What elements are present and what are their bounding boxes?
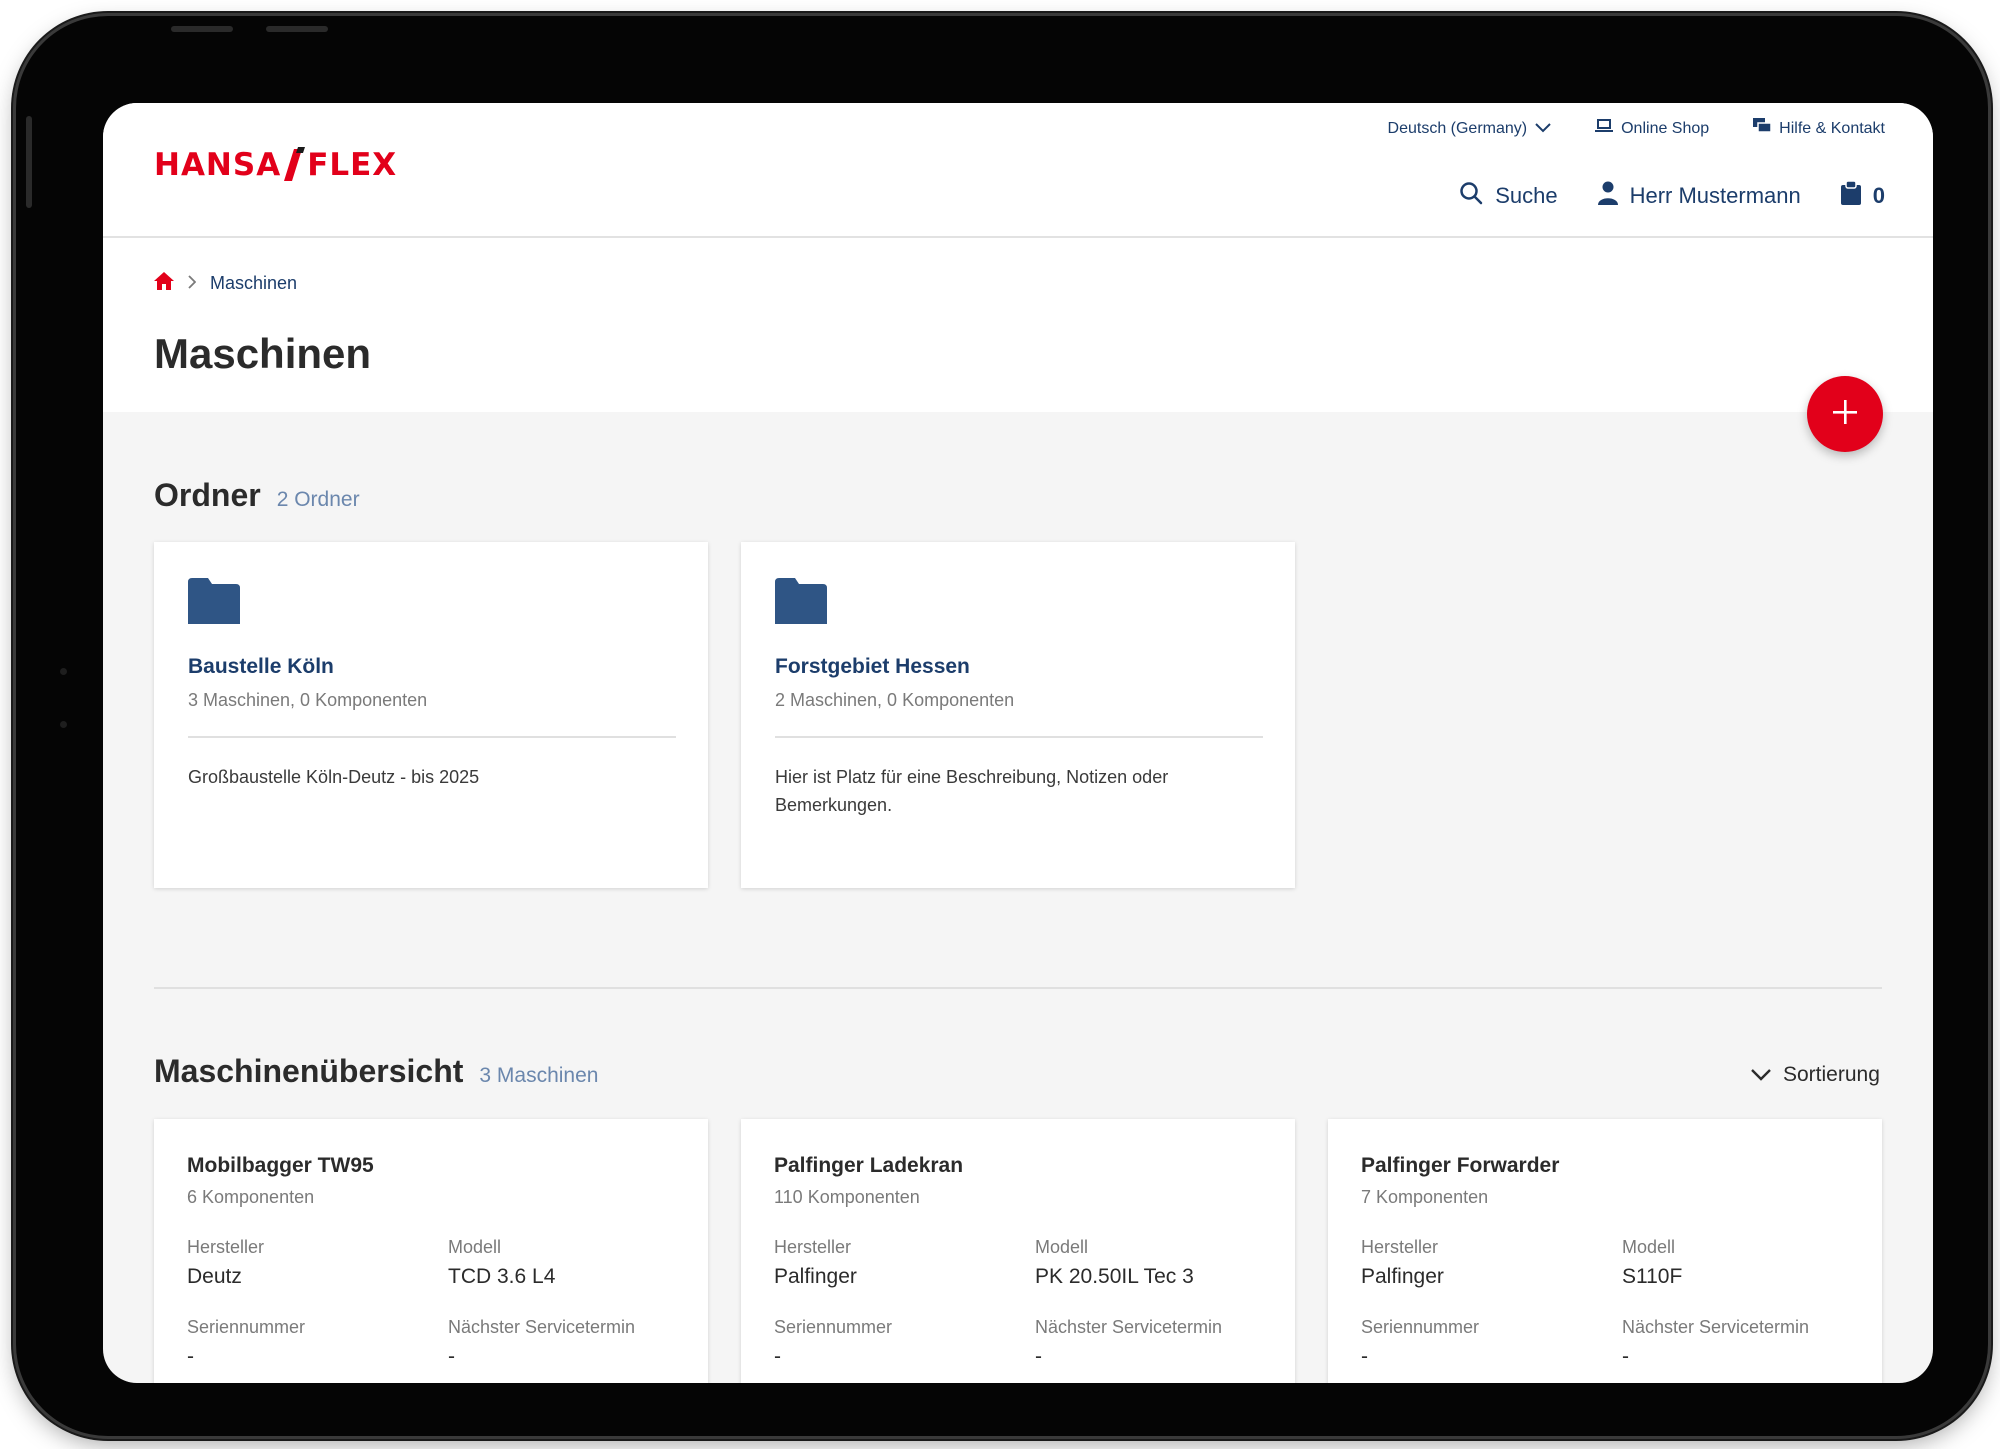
breadcrumb: Maschinen (154, 272, 297, 295)
next-service-label: Nächster Servicetermin (1035, 1317, 1223, 1337)
chevron-down-icon (1751, 1063, 1771, 1087)
cart-button[interactable]: 0 (1840, 180, 1885, 211)
hardware-button (171, 26, 233, 32)
sort-label: Sortierung (1783, 1063, 1880, 1086)
machine-name: Palfinger Forwarder (1361, 1154, 1560, 1177)
folder-meta: 3 Maschinen, 0 Komponenten (188, 690, 428, 710)
model-value: PK 20.50IL Tec 3 (1035, 1265, 1194, 1288)
folder-icon (188, 578, 240, 629)
next-service-value: - (1035, 1345, 1042, 1368)
language-label: Deutsch (Germany) (1387, 119, 1528, 137)
screen: HANSA FLEX Deutsch (Germany) Online Shop… (103, 103, 1933, 1383)
folders-title: Ordner (154, 477, 261, 513)
chevron-down-icon (1535, 120, 1551, 138)
main-navigation: Suche Herr Mustermann 0 (1459, 180, 1885, 211)
divider (188, 736, 676, 738)
camera-dot (60, 668, 67, 675)
hardware-button (266, 26, 328, 32)
model-label: Modell (1035, 1237, 1089, 1257)
user-icon (1597, 181, 1618, 211)
model-label: Modell (1622, 1237, 1676, 1257)
serial-value: - (774, 1345, 781, 1368)
clipboard-icon (1840, 180, 1861, 211)
online-shop-label: Online Shop (1621, 119, 1710, 137)
machine-components: 7 Komponenten (1361, 1187, 1489, 1207)
user-account-button[interactable]: Herr Mustermann (1597, 181, 1801, 211)
serial-label: Seriennummer (774, 1317, 893, 1337)
user-name: Herr Mustermann (1629, 183, 1801, 208)
logo-slash-icon (283, 147, 306, 183)
serial-label: Seriennummer (187, 1317, 306, 1337)
sensor-dot (60, 721, 67, 728)
machine-name: Mobilbagger TW95 (187, 1154, 374, 1177)
tablet-frame: HANSA FLEX Deutsch (Germany) Online Shop… (16, 16, 1988, 1436)
cart-count: 0 (1872, 183, 1885, 208)
folder-description: Großbaustelle Köln-Deutz - bis 2025 (188, 767, 480, 787)
folder-description: Hier ist Platz für eine Beschreibung, No… (775, 767, 1169, 815)
manufacturer-value: Palfinger (774, 1265, 857, 1288)
search-icon (1459, 181, 1483, 211)
manufacturer-value: Palfinger (1361, 1265, 1444, 1288)
folder-name: Baustelle Köln (188, 655, 334, 678)
manufacturer-value: Deutz (187, 1265, 242, 1288)
title-area: Maschinen Maschinen (103, 238, 1933, 412)
next-service-label: Nächster Servicetermin (448, 1317, 636, 1337)
online-shop-link[interactable]: Online Shop (1595, 119, 1709, 138)
manufacturer-label: Hersteller (1361, 1237, 1439, 1257)
page-title: Maschinen (154, 330, 372, 377)
home-icon[interactable] (154, 272, 174, 295)
next-service-label: Nächster Servicetermin (1622, 1317, 1810, 1337)
next-service-value: - (1622, 1345, 1629, 1368)
machines-section-header: Maschinenübersicht 3 Maschinen (154, 1053, 598, 1090)
model-value: TCD 3.6 L4 (448, 1265, 556, 1288)
model-value: S110F (1622, 1265, 1683, 1288)
logo-text-left: HANSA (154, 147, 282, 183)
machine-name: Palfinger Ladekran (774, 1154, 964, 1177)
folders-section-header: Ordner 2 Ordner (154, 477, 360, 514)
folder-name: Forstgebiet Hessen (775, 655, 970, 678)
laptop-icon (1595, 119, 1614, 138)
machines-title: Maschinenübersicht (154, 1053, 464, 1089)
next-service-value: - (448, 1345, 455, 1368)
chevron-right-icon (188, 273, 197, 294)
logo-text-right: FLEX (307, 147, 398, 183)
hansaflex-logo[interactable]: HANSA FLEX (154, 147, 397, 183)
serial-label: Seriennummer (1361, 1317, 1480, 1337)
help-contact-link[interactable]: Hilfe & Kontakt (1753, 118, 1885, 139)
folder-icon (775, 578, 827, 629)
plus-icon (1833, 399, 1857, 429)
machine-components: 110 Komponenten (774, 1187, 920, 1207)
folder-card[interactable]: Forstgebiet Hessen 2 Maschinen, 0 Kompon… (741, 542, 1295, 888)
model-label: Modell (448, 1237, 502, 1257)
chat-icon (1753, 118, 1772, 139)
add-button[interactable] (1807, 376, 1883, 452)
breadcrumb-current: Maschinen (210, 273, 298, 293)
machine-card[interactable]: Palfinger Ladekran 110 Komponenten Herst… (741, 1119, 1295, 1383)
manufacturer-label: Hersteller (187, 1237, 265, 1257)
language-selector[interactable]: Deutsch (Germany) (1388, 120, 1552, 138)
serial-value: - (187, 1345, 194, 1368)
search-label: Suche (1495, 183, 1558, 208)
sort-dropdown[interactable]: Sortierung (1751, 1063, 1880, 1087)
machine-card[interactable]: Mobilbagger TW95 6 Komponenten Herstelle… (154, 1119, 708, 1383)
serial-value: - (1361, 1345, 1368, 1368)
folder-card[interactable]: Baustelle Köln 3 Maschinen, 0 Komponente… (154, 542, 708, 888)
folders-count: 2 Ordner (276, 488, 360, 511)
site-header: HANSA FLEX Deutsch (Germany) Online Shop… (103, 103, 1933, 238)
manufacturer-label: Hersteller (774, 1237, 852, 1257)
machines-count: 3 Maschinen (479, 1064, 599, 1087)
help-label: Hilfe & Kontakt (1779, 119, 1885, 137)
search-button[interactable]: Suche (1459, 181, 1558, 211)
hardware-button (26, 116, 32, 208)
machine-card[interactable]: Palfinger Forwarder 7 Komponenten Herste… (1328, 1119, 1882, 1383)
divider (775, 736, 1263, 738)
section-divider (154, 987, 1882, 989)
folder-meta: 2 Maschinen, 0 Komponenten (775, 690, 1015, 710)
machine-components: 6 Komponenten (187, 1187, 315, 1207)
top-navigation: Deutsch (Germany) Online Shop Hilfe & Ko… (1388, 118, 1885, 139)
